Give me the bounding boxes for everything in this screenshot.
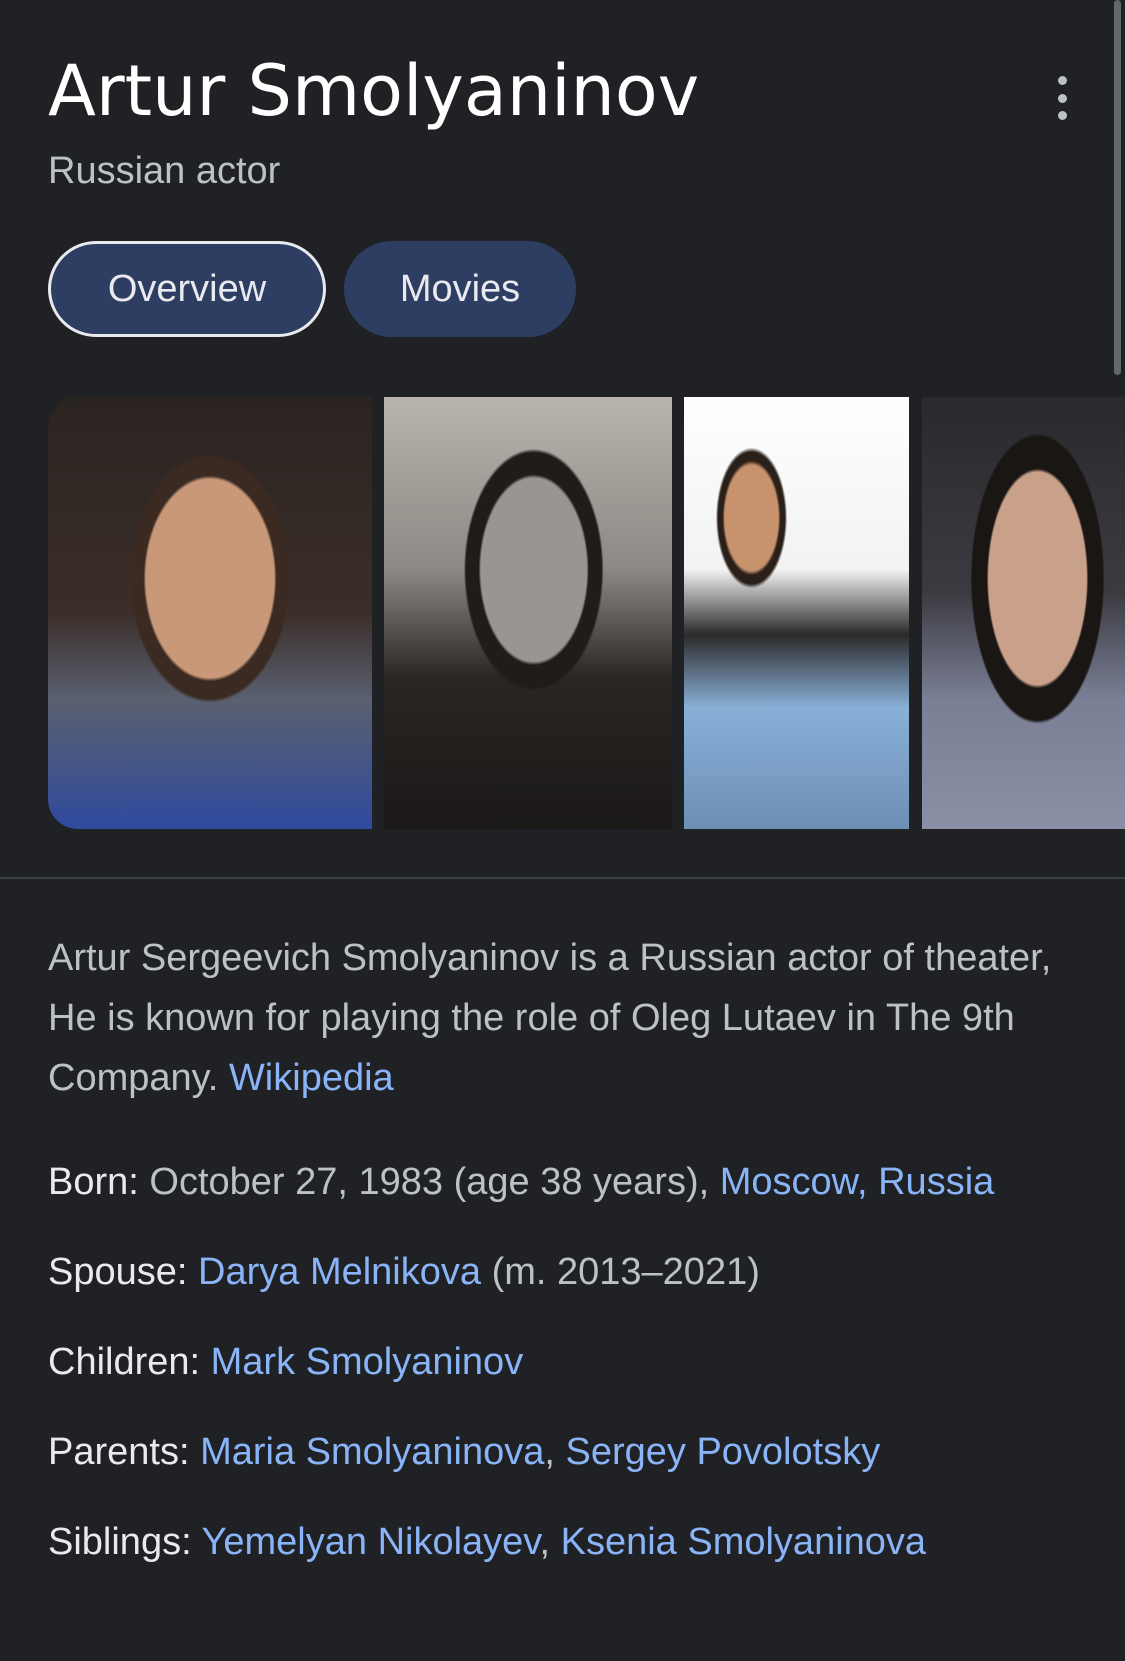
- fact-value: (m. 2013–2021): [491, 1251, 760, 1293]
- fact-spouse: Spouse: Darya Melnikova (m. 2013–2021): [48, 1242, 1088, 1302]
- spouse-link[interactable]: Darya Melnikova: [198, 1251, 481, 1293]
- fact-label: Children:: [48, 1341, 201, 1383]
- description-text: Artur Sergeevich Smolyaninov is a Russia…: [48, 937, 1052, 1099]
- fact-label: Parents:: [48, 1431, 190, 1473]
- facts-list: Born: October 27, 1983 (age 38 years), M…: [48, 1152, 1088, 1602]
- birthplace-link[interactable]: Moscow, Russia: [720, 1161, 995, 1203]
- image-gallery[interactable]: [48, 397, 1125, 829]
- children-link[interactable]: Mark Smolyaninov: [211, 1341, 524, 1383]
- page-title: Artur Smolyaninov: [48, 50, 700, 132]
- fact-label: Born:: [48, 1161, 139, 1203]
- section-divider: [0, 877, 1125, 879]
- fact-value: October 27, 1983 (age 38 years),: [149, 1161, 710, 1203]
- tab-bar: Overview Movies: [48, 241, 576, 337]
- fact-children: Children: Mark Smolyaninov: [48, 1332, 1088, 1392]
- separator: ,: [539, 1521, 551, 1563]
- wikipedia-link[interactable]: Wikipedia: [229, 1057, 394, 1099]
- separator: ,: [544, 1431, 555, 1473]
- gallery-image[interactable]: [684, 397, 909, 829]
- fact-siblings: Siblings: Yemelyan Nikolayev, Ksenia Smo…: [48, 1512, 1088, 1572]
- page-scrollbar[interactable]: [1114, 0, 1121, 375]
- gallery-image[interactable]: [48, 397, 372, 829]
- tab-movies[interactable]: Movies: [344, 241, 576, 337]
- fact-born: Born: October 27, 1983 (age 38 years), M…: [48, 1152, 1088, 1212]
- parent-link-1[interactable]: Maria Smolyaninova: [200, 1431, 544, 1473]
- sibling-link-1[interactable]: Yemelyan Nikolayev: [202, 1521, 540, 1563]
- page-subtitle: Russian actor: [48, 150, 281, 192]
- knowledge-panel-header: Artur Smolyaninov Russian actor: [48, 48, 1077, 193]
- description: Artur Sergeevich Smolyaninov is a Russia…: [48, 928, 1088, 1108]
- fact-parents: Parents: Maria Smolyaninova, Sergey Povo…: [48, 1422, 1088, 1482]
- sibling-link-2[interactable]: Ksenia Smolyaninova: [561, 1521, 926, 1563]
- tab-overview[interactable]: Overview: [48, 241, 326, 337]
- fact-label: Spouse:: [48, 1251, 188, 1293]
- more-vert-icon[interactable]: [1047, 76, 1077, 120]
- parent-link-2[interactable]: Sergey Povolotsky: [565, 1431, 880, 1473]
- gallery-image[interactable]: [922, 397, 1125, 829]
- gallery-image[interactable]: [384, 397, 672, 829]
- fact-label: Siblings:: [48, 1521, 192, 1563]
